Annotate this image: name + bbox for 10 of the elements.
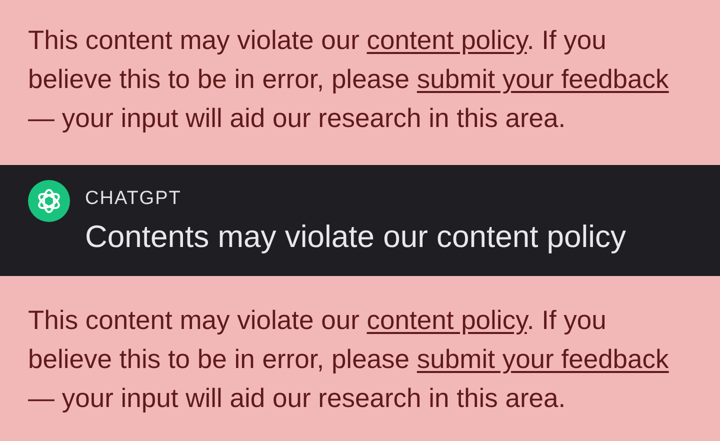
notification-banner[interactable]: CHATGPT Contents may violate our content policy — [0, 165, 720, 276]
link[interactable]: submit your feedback — [416, 344, 669, 374]
notification-title: Contents may violate our content policy — [85, 220, 626, 254]
app-logo-icon — [28, 180, 70, 222]
app-name: CHATGPT — [85, 187, 182, 211]
policy-warning-text: This content may violate our content policy. If you believe this to be in error, please submit your feedback — your input will aid our research in this area. — [28, 304, 669, 415]
link[interactable]: content policy — [366, 25, 527, 55]
link[interactable]: content policy — [366, 305, 527, 335]
link[interactable]: submit your feedback — [416, 64, 669, 94]
policy-warning-text: This content may violate our content policy. If you believe this to be in error, please submit your feedback — your input will aid our research in this area. — [28, 24, 669, 135]
